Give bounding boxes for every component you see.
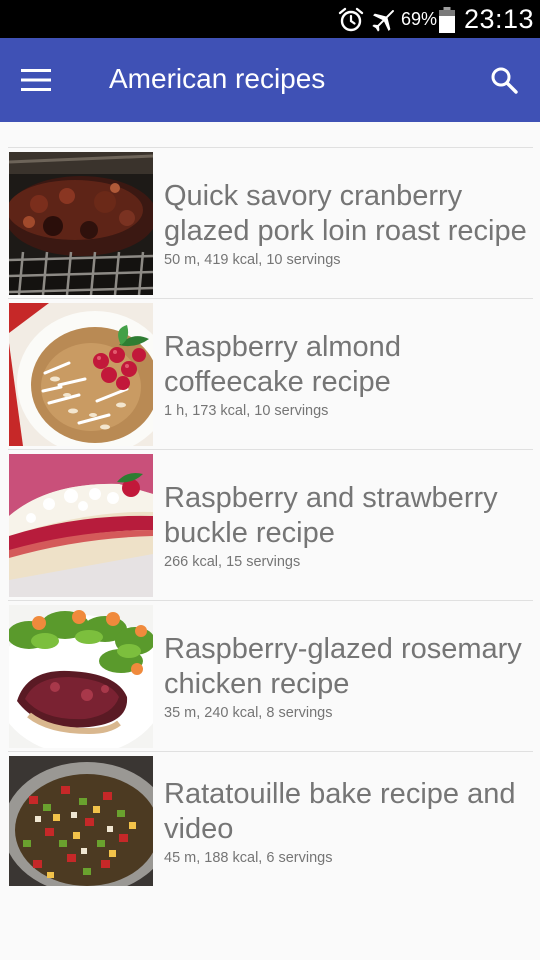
recipe-text: Ratatouille bake recipe and video 45 m, …	[164, 752, 533, 890]
recipe-meta: 50 m, 419 kcal, 10 servings	[164, 251, 341, 268]
recipe-text: Raspberry almond coffeecake recipe 1 h, …	[164, 299, 533, 449]
battery-percentage: 69%	[401, 9, 438, 29]
recipe-title: Ratatouille bake recipe and video	[164, 777, 516, 845]
recipe-thumbnail	[9, 605, 153, 748]
page-title: American recipes	[109, 63, 326, 94]
recipe-text: Quick savory cranberry glazed pork loin …	[164, 148, 533, 298]
app-bar: American recipes	[0, 38, 540, 122]
recipe-thumbnail	[9, 454, 153, 597]
recipe-title: Quick savory cranberry glazed pork loin …	[164, 179, 527, 247]
search-icon	[491, 67, 518, 94]
recipe-item[interactable]: Raspberry-glazed rosemary chicken recipe…	[8, 601, 533, 752]
recipe-item[interactable]: Quick savory cranberry glazed pork loin …	[8, 148, 533, 299]
recipe-meta: 1 h, 173 kcal, 10 servings	[164, 402, 329, 419]
alarm-icon	[338, 7, 364, 32]
menu-button[interactable]	[14, 58, 58, 102]
recipe-list: Quick savory cranberry glazed pork loin …	[8, 147, 533, 890]
status-bar: 69% 23:13	[0, 0, 540, 38]
clock: 23:13	[464, 4, 535, 34]
recipe-meta: 45 m, 188 kcal, 6 servings	[164, 849, 333, 866]
recipe-thumbnail	[9, 756, 153, 886]
recipe-meta: 266 kcal, 15 servings	[164, 553, 301, 570]
recipe-text: Raspberry and strawberry buckle recipe 2…	[164, 450, 533, 600]
recipe-title: Raspberry and strawberry buckle recipe	[164, 481, 498, 549]
recipe-item[interactable]: Raspberry and strawberry buckle recipe 2…	[8, 450, 533, 601]
recipe-title: Raspberry-glazed rosemary chicken recipe	[164, 632, 522, 700]
recipe-text: Raspberry-glazed rosemary chicken recipe…	[164, 601, 533, 751]
search-button[interactable]	[480, 58, 528, 102]
battery-icon	[439, 7, 455, 33]
recipe-thumbnail	[9, 152, 153, 295]
recipe-meta: 35 m, 240 kcal, 8 servings	[164, 704, 333, 721]
airplane-mode-icon	[372, 10, 394, 32]
recipe-item[interactable]: Ratatouille bake recipe and video 45 m, …	[8, 752, 533, 890]
menu-icon	[21, 69, 51, 91]
recipe-thumbnail	[9, 303, 153, 446]
recipe-item[interactable]: Raspberry almond coffeecake recipe 1 h, …	[8, 299, 533, 450]
recipe-title: Raspberry almond coffeecake recipe	[164, 330, 401, 398]
